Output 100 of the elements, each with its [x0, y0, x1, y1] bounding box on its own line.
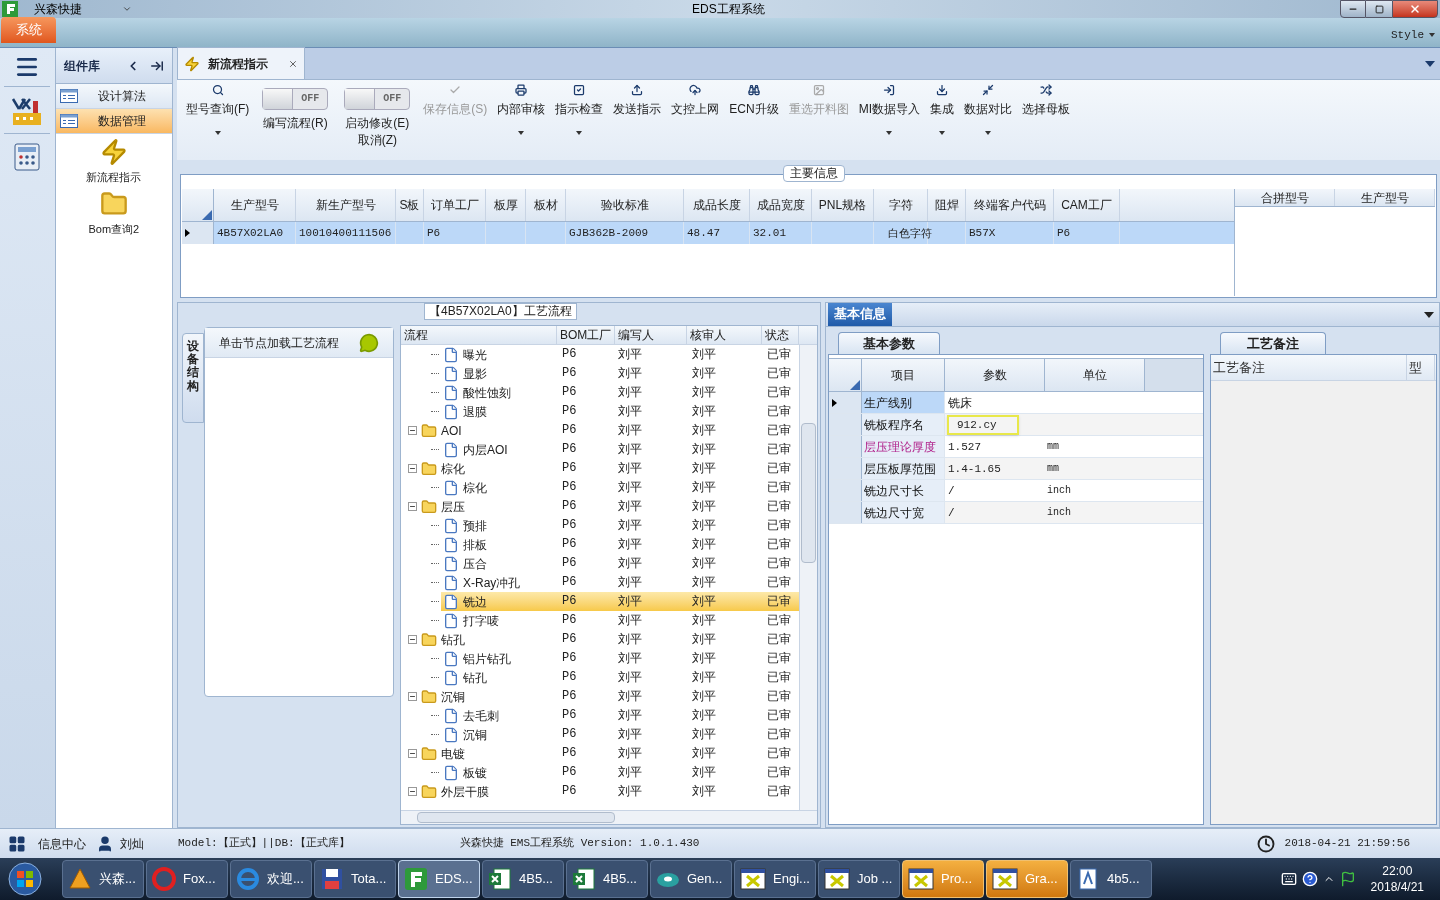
- toolbar-button[interactable]: 集成: [925, 80, 959, 146]
- column-header[interactable]: CAM工厂: [1054, 189, 1120, 221]
- tree-row[interactable]: 钻孔 P6 刘平 刘平 已审: [401, 630, 799, 649]
- tree-row[interactable]: 排板 P6 刘平 刘平 已审: [401, 535, 799, 554]
- column-header[interactable]: 板材: [526, 189, 566, 221]
- collapse-icon[interactable]: [408, 635, 417, 644]
- table-row[interactable]: 层压板厚范围 1.4-1.65 mm: [829, 458, 1203, 480]
- subtab[interactable]: 工艺备注: [1220, 332, 1326, 354]
- tree-row[interactable]: AOI P6 刘平 刘平 已审: [401, 421, 799, 440]
- toolbar-button[interactable]: 指示检查: [550, 80, 609, 146]
- tree-row[interactable]: 棕化 P6 刘平 刘平 已审: [401, 459, 799, 478]
- column-header[interactable]: 生产型号: [1335, 189, 1435, 206]
- toolbar-button[interactable]: ECN升级: [724, 80, 784, 146]
- column-header[interactable]: 编写人: [615, 326, 687, 344]
- collapse-icon[interactable]: [408, 749, 417, 758]
- toolbar-button[interactable]: 型号查询(F): [181, 80, 255, 146]
- column-header[interactable]: 项目: [862, 359, 945, 391]
- column-header[interactable]: 参数: [945, 359, 1045, 391]
- column-header[interactable]: 成品宽度: [750, 189, 812, 221]
- collapse-icon[interactable]: [408, 787, 417, 796]
- tree-row[interactable]: 棕化 P6 刘平 刘平 已审: [401, 478, 799, 497]
- nav-item[interactable]: 设计算法: [55, 84, 172, 109]
- launcher-item[interactable]: Bom查询2: [55, 189, 172, 237]
- column-header[interactable]: 新生产型号: [296, 189, 396, 221]
- tree-row[interactable]: 曝光 P6 刘平 刘平 已审: [401, 345, 799, 364]
- tree-row[interactable]: 内层AOI P6 刘平 刘平 已审: [401, 440, 799, 459]
- tree-row[interactable]: 铝片钻孔 P6 刘平 刘平 已审: [401, 649, 799, 668]
- taskbar-button[interactable]: 兴森...: [62, 860, 144, 898]
- tree-row[interactable]: 外层干膜 P6 刘平 刘平 已审: [401, 782, 799, 801]
- table-row[interactable]: 铣边尺寸宽 / inch: [829, 502, 1203, 524]
- taskbar-button[interactable]: 4B5...: [482, 860, 564, 898]
- toggle-switch[interactable]: OFF: [262, 88, 329, 110]
- taskbar-button[interactable]: Gen...: [650, 860, 732, 898]
- toolbar-button[interactable]: 内部审核: [492, 80, 551, 146]
- tree-row[interactable]: 沉铜 P6 刘平 刘平 已审: [401, 687, 799, 706]
- toolbar-button[interactable]: 数据对比: [959, 80, 1017, 146]
- input-field[interactable]: 912.cy: [947, 414, 1019, 435]
- column-header[interactable]: BOM工厂: [557, 326, 615, 344]
- toggle-switch[interactable]: OFF: [344, 88, 411, 110]
- toolbar-button[interactable]: MI数据导入: [853, 80, 925, 146]
- tree-row[interactable]: 电镀 P6 刘平 刘平 已审: [401, 744, 799, 763]
- tree-row[interactable]: 打字唛 P6 刘平 刘平 已审: [401, 611, 799, 630]
- column-header[interactable]: 合拼型号: [1235, 189, 1335, 206]
- help-icon[interactable]: [1301, 871, 1318, 887]
- table-row[interactable]: 层压理论厚度 1.527 mm: [829, 436, 1203, 458]
- dropdown-caret-icon[interactable]: [1424, 312, 1434, 318]
- document-tab[interactable]: 新流程指示: [177, 47, 305, 79]
- horizontal-scrollbar[interactable]: [401, 810, 817, 824]
- launcher-item[interactable]: 新流程指示: [55, 138, 172, 186]
- column-header[interactable]: 阻焊: [928, 189, 966, 221]
- collapse-icon[interactable]: [408, 692, 417, 701]
- collapse-icon[interactable]: [408, 426, 417, 435]
- column-header[interactable]: 生产型号: [214, 189, 296, 221]
- keyboard-icon[interactable]: [1280, 871, 1297, 887]
- close-button[interactable]: [1392, 0, 1438, 18]
- column-header[interactable]: 型: [1407, 355, 1435, 380]
- column-header[interactable]: S板: [396, 189, 424, 221]
- taskbar-button[interactable]: 4B5...: [566, 860, 648, 898]
- column-header[interactable]: 字符: [874, 189, 928, 221]
- column-header[interactable]: 成品长度: [684, 189, 750, 221]
- taskbar-button[interactable]: Fox...: [146, 860, 228, 898]
- flag-icon[interactable]: [1339, 871, 1356, 887]
- column-header[interactable]: 板厚: [486, 189, 526, 221]
- tree-row[interactable]: X-Ray冲孔 P6 刘平 刘平 已审: [401, 573, 799, 592]
- table-row[interactable]: 铣边尺寸长 / inch: [829, 480, 1203, 502]
- column-header[interactable]: 工艺备注: [1211, 355, 1407, 380]
- taskbar-button[interactable]: 4b5...: [1070, 860, 1152, 898]
- taskbar-button[interactable]: 欢迎...: [230, 860, 312, 898]
- tree-row[interactable]: 层压 P6 刘平 刘平 已审: [401, 497, 799, 516]
- column-header[interactable]: 流程: [401, 326, 557, 344]
- collapse-icon[interactable]: [408, 502, 417, 511]
- table-row[interactable]: 铣板程序名 912.cy: [829, 414, 1203, 436]
- tree-row[interactable]: 预排 P6 刘平 刘平 已审: [401, 516, 799, 535]
- calculator-icon[interactable]: [12, 142, 43, 172]
- tree-row[interactable]: 沉铜 P6 刘平 刘平 已审: [401, 725, 799, 744]
- table-row[interactable]: 生产线别 铣床: [829, 392, 1203, 414]
- column-header[interactable]: PNL规格: [812, 189, 874, 221]
- column-header[interactable]: 终端客户代码: [966, 189, 1054, 221]
- pin-icon[interactable]: [150, 58, 164, 73]
- tree-row[interactable]: 去毛刺 P6 刘平 刘平 已审: [401, 706, 799, 725]
- restore-button[interactable]: [1366, 0, 1392, 18]
- subtab[interactable]: 基本参数: [838, 332, 940, 354]
- column-header[interactable]: 状态: [762, 326, 799, 344]
- tree-row[interactable]: 压合 P6 刘平 刘平 已审: [401, 554, 799, 573]
- column-header[interactable]: 验收标准: [566, 189, 684, 221]
- tree-row[interactable]: 退膜 P6 刘平 刘平 已审: [401, 402, 799, 421]
- taskbar-button[interactable]: Engi...: [734, 860, 816, 898]
- tree-row[interactable]: 显影 P6 刘平 刘平 已审: [401, 364, 799, 383]
- tree-row[interactable]: 钻孔 P6 刘平 刘平 已审: [401, 668, 799, 687]
- column-header[interactable]: 订单工厂: [424, 189, 486, 221]
- grid-icon[interactable]: [8, 834, 26, 853]
- quick-access-caret-icon[interactable]: [122, 4, 132, 14]
- style-menu[interactable]: Style: [1391, 27, 1424, 44]
- tree-row[interactable]: 板镀 P6 刘平 刘平 已审: [401, 763, 799, 782]
- toolbar-button[interactable]: 发送指示: [608, 80, 667, 146]
- toolbar-button[interactable]: 文控上网: [666, 80, 725, 146]
- vertical-scrollbar[interactable]: [799, 345, 817, 810]
- taskbar-button[interactable]: Tota...: [314, 860, 396, 898]
- tree-row[interactable]: 酸性蚀刻 P6 刘平 刘平 已审: [401, 383, 799, 402]
- close-icon[interactable]: [288, 58, 298, 69]
